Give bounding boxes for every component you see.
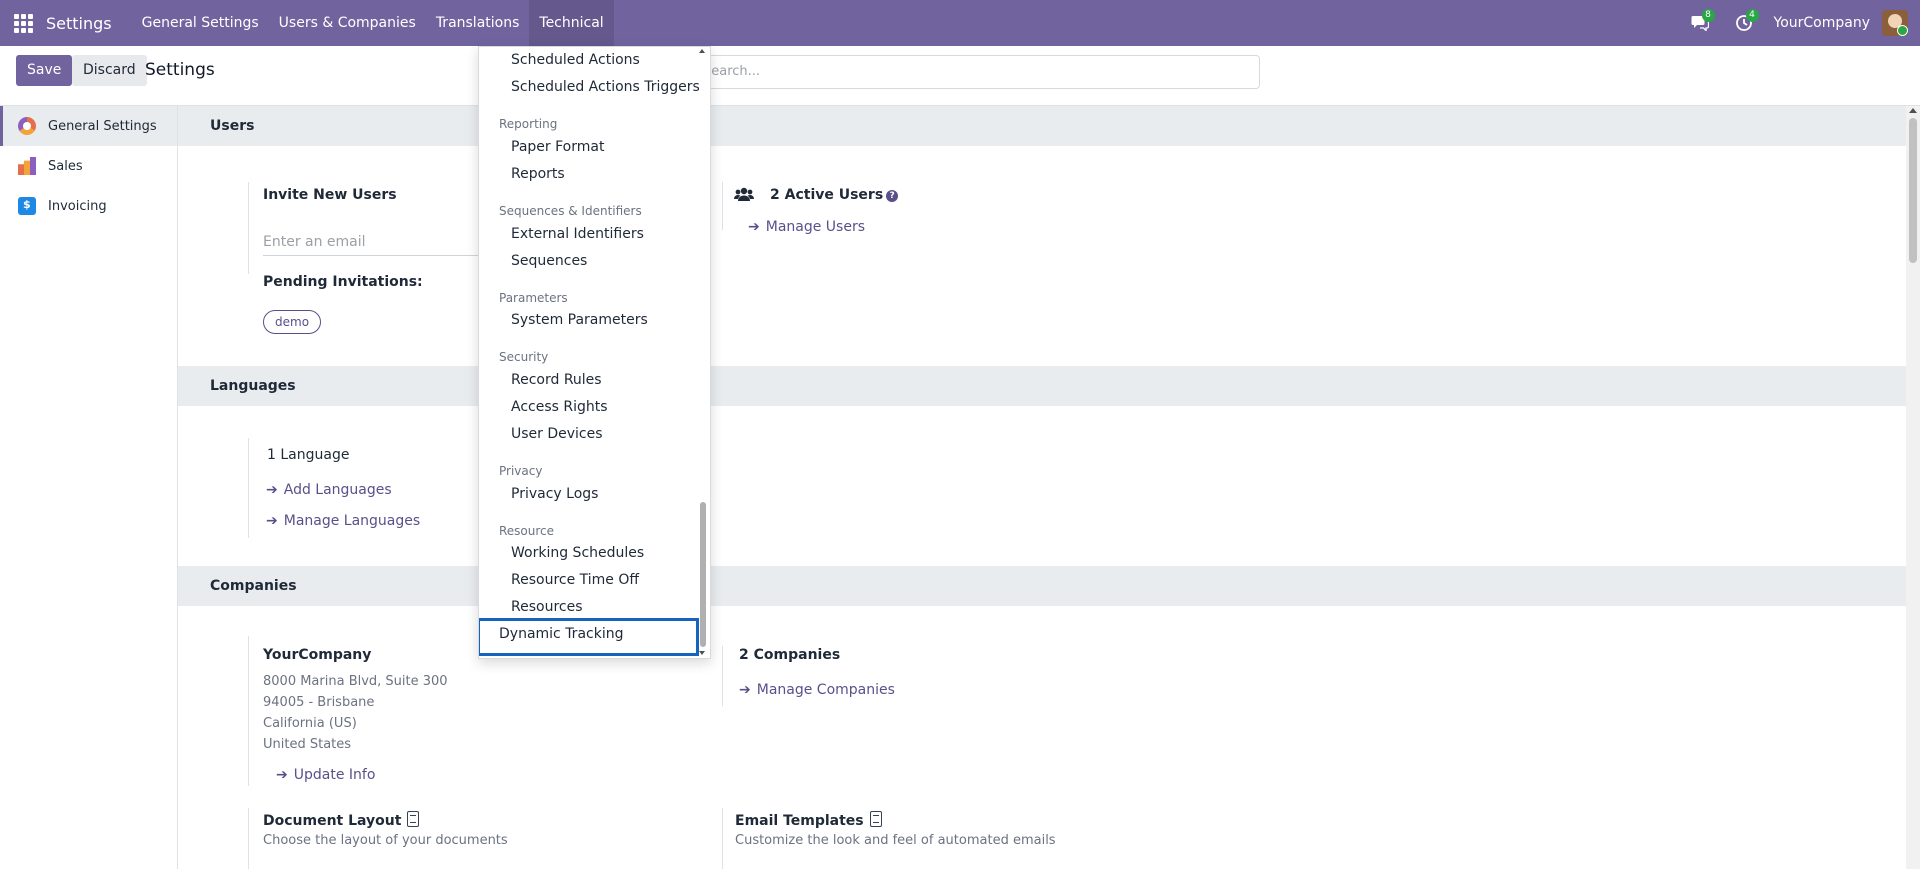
pending-invitations-label: Pending Invitations: — [263, 274, 423, 290]
menu-technical[interactable]: Technical — [529, 0, 614, 46]
settings-app-icon — [18, 117, 36, 135]
dropdown-scrollbar[interactable] — [698, 47, 708, 658]
user-avatar[interactable] — [1882, 10, 1908, 36]
divider — [248, 182, 249, 274]
company-address-line-2: 94005 - Brisbane — [263, 695, 375, 710]
divider — [248, 808, 249, 869]
dropdown-scrollbar-thumb[interactable] — [700, 502, 706, 647]
sidebar-item-general-settings[interactable]: General Settings — [0, 106, 177, 146]
menu-general-settings[interactable]: General Settings — [132, 0, 269, 46]
arrow-right-icon: ➔ — [748, 219, 760, 235]
settings-content: Users Invite New Users Enter an email Pe… — [178, 106, 1906, 869]
company-address-line-3: California (US) — [263, 716, 357, 731]
scroll-down-icon[interactable] — [699, 651, 705, 655]
section-header-languages: Languages — [178, 366, 1906, 406]
company-address-line-1: 8000 Marina Blvd, Suite 300 — [263, 674, 448, 689]
building-icon — [869, 811, 882, 827]
company-switcher[interactable]: YourCompany — [1766, 15, 1883, 31]
app-title[interactable]: Settings — [46, 14, 112, 33]
users-group-icon — [734, 187, 754, 201]
page-title: Settings — [145, 60, 215, 80]
discard-button[interactable]: Discard — [72, 55, 147, 86]
building-icon — [407, 811, 420, 827]
menu-translations[interactable]: Translations — [426, 0, 530, 46]
menu-item-resource-time-off[interactable]: Resource Time Off — [511, 572, 639, 588]
apps-menu-icon[interactable] — [0, 0, 46, 46]
technical-dropdown-menu: Scheduled Actions Scheduled Actions Trig… — [478, 46, 711, 659]
add-languages-link[interactable]: ➔ Add Languages — [266, 482, 392, 498]
sidebar-item-label: General Settings — [48, 118, 157, 134]
menu-group-parameters: Parameters — [499, 291, 568, 305]
email-templates-title: Email Templates — [735, 811, 882, 829]
dynamic-tracking-highlight — [479, 618, 699, 656]
scrollbar-thumb[interactable] — [1909, 118, 1917, 263]
menu-item-resources[interactable]: Resources — [511, 599, 583, 615]
divider — [248, 636, 249, 786]
menu-item-sequences[interactable]: Sequences — [511, 253, 587, 269]
page-scrollbar[interactable] — [1906, 106, 1920, 869]
sidebar-item-label: Sales — [48, 158, 83, 174]
divider — [722, 808, 723, 869]
email-templates-desc: Customize the look and feel of automated… — [735, 833, 1056, 848]
menu-group-reporting: Reporting — [499, 117, 558, 131]
menu-item-scheduled-actions-triggers[interactable]: Scheduled Actions Triggers — [511, 79, 700, 95]
arrow-right-icon: ➔ — [266, 513, 278, 529]
invite-users-label: Invite New Users — [263, 187, 397, 203]
menu-item-user-devices[interactable]: User Devices — [511, 426, 603, 442]
pending-user-pill[interactable]: demo — [263, 310, 322, 334]
activities-button[interactable]: 4 — [1722, 0, 1766, 46]
control-panel: Save Discard Settings Search... — [0, 46, 1920, 106]
menu-item-access-rights[interactable]: Access Rights — [511, 399, 608, 415]
manage-languages-link[interactable]: ➔ Manage Languages — [266, 513, 420, 529]
manage-companies-link[interactable]: ➔ Manage Companies — [739, 682, 895, 698]
divider — [248, 438, 249, 538]
section-header-companies: Companies — [178, 566, 1906, 606]
document-layout-title: Document Layout — [263, 811, 420, 829]
scroll-up-icon[interactable] — [1909, 108, 1917, 113]
messages-badge: 8 — [1701, 9, 1715, 22]
menu-item-working-schedules[interactable]: Working Schedules — [511, 545, 644, 561]
sales-app-icon — [18, 157, 36, 175]
document-layout-desc: Choose the layout of your documents — [263, 833, 508, 848]
sidebar-item-invoicing[interactable]: Invoicing — [0, 186, 177, 226]
menu-group-privacy: Privacy — [499, 464, 543, 478]
settings-sidebar: General Settings Sales Invoicing — [0, 106, 178, 869]
scroll-up-icon[interactable] — [699, 49, 705, 53]
top-navbar: Settings General Settings Users & Compan… — [0, 0, 1920, 46]
search-input[interactable]: Search... — [680, 55, 1260, 89]
messaging-button[interactable]: 8 — [1678, 0, 1722, 46]
companies-count: 2 Companies — [739, 647, 841, 663]
arrow-right-icon: ➔ — [739, 682, 751, 698]
menu-group-security: Security — [499, 350, 549, 364]
divider — [722, 182, 723, 230]
menu-group-resource: Resource — [499, 524, 555, 538]
language-count: 1 Language — [267, 447, 350, 463]
divider — [722, 646, 723, 706]
section-header-users: Users — [178, 106, 1906, 146]
menu-item-paper-format[interactable]: Paper Format — [511, 139, 604, 155]
invoicing-app-icon — [18, 197, 36, 215]
active-users-count: 2 Active Users? — [770, 187, 899, 203]
sidebar-item-sales[interactable]: Sales — [0, 146, 177, 186]
invite-email-field[interactable]: Enter an email — [263, 230, 493, 256]
activities-badge: 4 — [1745, 9, 1759, 22]
company-name: YourCompany — [263, 647, 372, 663]
menu-item-scheduled-actions[interactable]: Scheduled Actions — [511, 52, 640, 68]
arrow-right-icon: ➔ — [266, 482, 278, 498]
update-info-link[interactable]: ➔ Update Info — [276, 767, 375, 783]
menu-item-external-identifiers[interactable]: External Identifiers — [511, 226, 644, 242]
menu-users-companies[interactable]: Users & Companies — [269, 0, 426, 46]
sidebar-item-label: Invoicing — [48, 198, 107, 214]
menu-item-system-parameters[interactable]: System Parameters — [511, 312, 648, 328]
menu-item-record-rules[interactable]: Record Rules — [511, 372, 602, 388]
save-button[interactable]: Save — [16, 55, 73, 86]
menu-item-reports[interactable]: Reports — [511, 166, 565, 182]
help-icon[interactable]: ? — [886, 190, 899, 202]
menu-item-privacy-logs[interactable]: Privacy Logs — [511, 486, 598, 502]
menu-group-sequences-identifiers: Sequences & Identifiers — [499, 204, 642, 218]
arrow-right-icon: ➔ — [276, 767, 288, 783]
company-address-line-4: United States — [263, 737, 352, 752]
manage-users-link[interactable]: ➔ Manage Users — [748, 219, 865, 235]
